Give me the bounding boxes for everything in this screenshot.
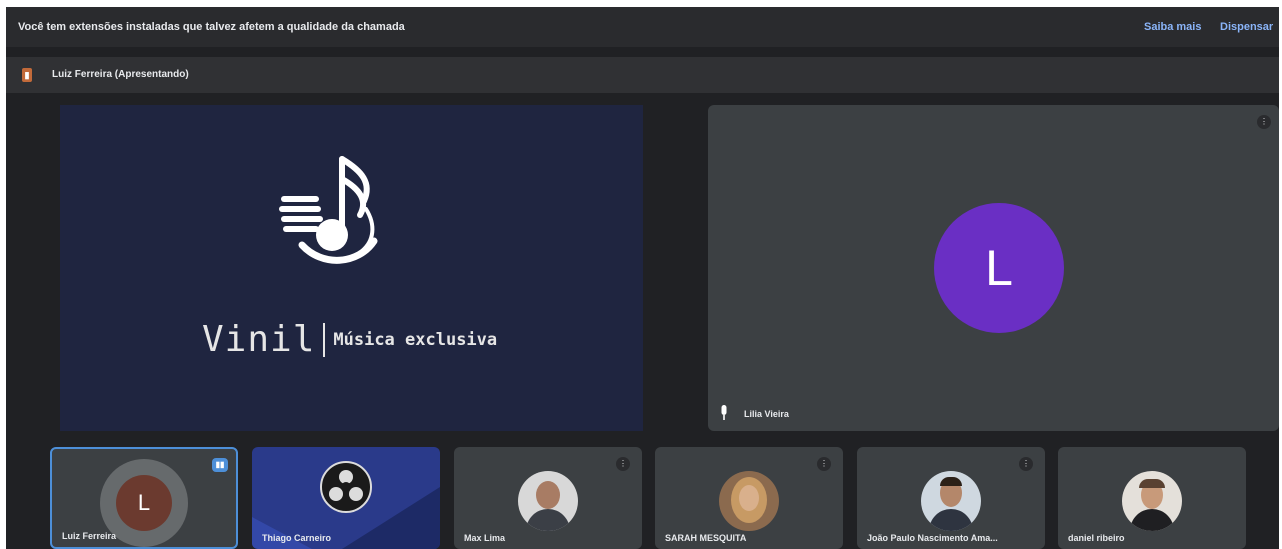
avatar: L [934, 203, 1064, 333]
participant-tile[interactable]: ⋮ João Paulo Nascimento Ama... [857, 447, 1045, 549]
extensions-notice-bar: Você tem extensões instaladas que talvez… [6, 7, 1279, 47]
notice-text: Você tem extensões instaladas que talvez… [18, 21, 405, 33]
brand-tagline: Música exclusiva [333, 329, 498, 350]
meeting-window: Você tem extensões instaladas que talvez… [6, 7, 1279, 549]
brand-divider [323, 322, 326, 357]
more-options-icon[interactable]: ⋮ [1257, 115, 1271, 129]
microphone-icon [721, 405, 727, 420]
participant-tile[interactable]: ⋮ SARAH MESQUITA [655, 447, 843, 549]
participant-name: Lilia Vieira [744, 409, 789, 419]
participant-photo [719, 471, 779, 531]
participant-tile[interactable]: daniel ribeiro [1058, 447, 1246, 549]
obs-icon [320, 461, 372, 513]
more-options-icon[interactable]: ⋮ [1019, 457, 1033, 471]
presenter-label: Luiz Ferreira (Apresentando) [52, 69, 189, 80]
speaking-indicator-icon: ▮▮ [212, 458, 228, 472]
learn-more-link[interactable]: Saiba mais [1144, 21, 1201, 33]
participant-photo [1122, 471, 1182, 531]
brand-lockup: Vinil Música exclusiva [202, 319, 497, 360]
participant-photo [518, 471, 578, 531]
participant-tile[interactable]: Thiago Carneiro [252, 447, 440, 549]
participant-name: Thiago Carneiro [262, 533, 332, 543]
presenting-bar: ▮ Luiz Ferreira (Apresentando) [6, 57, 1279, 93]
more-options-icon[interactable]: ⋮ [616, 457, 630, 471]
brand-name: Vinil [202, 319, 316, 360]
dismiss-button[interactable]: Dispensar [1220, 21, 1273, 33]
main-participant-tile[interactable]: ⋮ L Lilia Vieira [708, 105, 1279, 431]
participant-tile[interactable]: ⋮ Max Lima [454, 447, 642, 549]
participant-name: João Paulo Nascimento Ama... [867, 533, 998, 543]
music-note-logo-icon [279, 156, 378, 264]
participant-name: daniel ribeiro [1068, 533, 1125, 543]
presentation-screen[interactable]: Vinil Música exclusiva [60, 105, 643, 431]
participant-photo [921, 471, 981, 531]
participant-tile-active[interactable]: L ▮▮ Luiz Ferreira [50, 447, 238, 549]
participant-name: SARAH MESQUITA [665, 533, 747, 543]
participant-name: Luiz Ferreira [62, 531, 117, 541]
presentation-icon: ▮ [22, 68, 32, 82]
avatar: L [116, 475, 172, 531]
more-options-icon[interactable]: ⋮ [817, 457, 831, 471]
participant-name: Max Lima [464, 533, 506, 543]
